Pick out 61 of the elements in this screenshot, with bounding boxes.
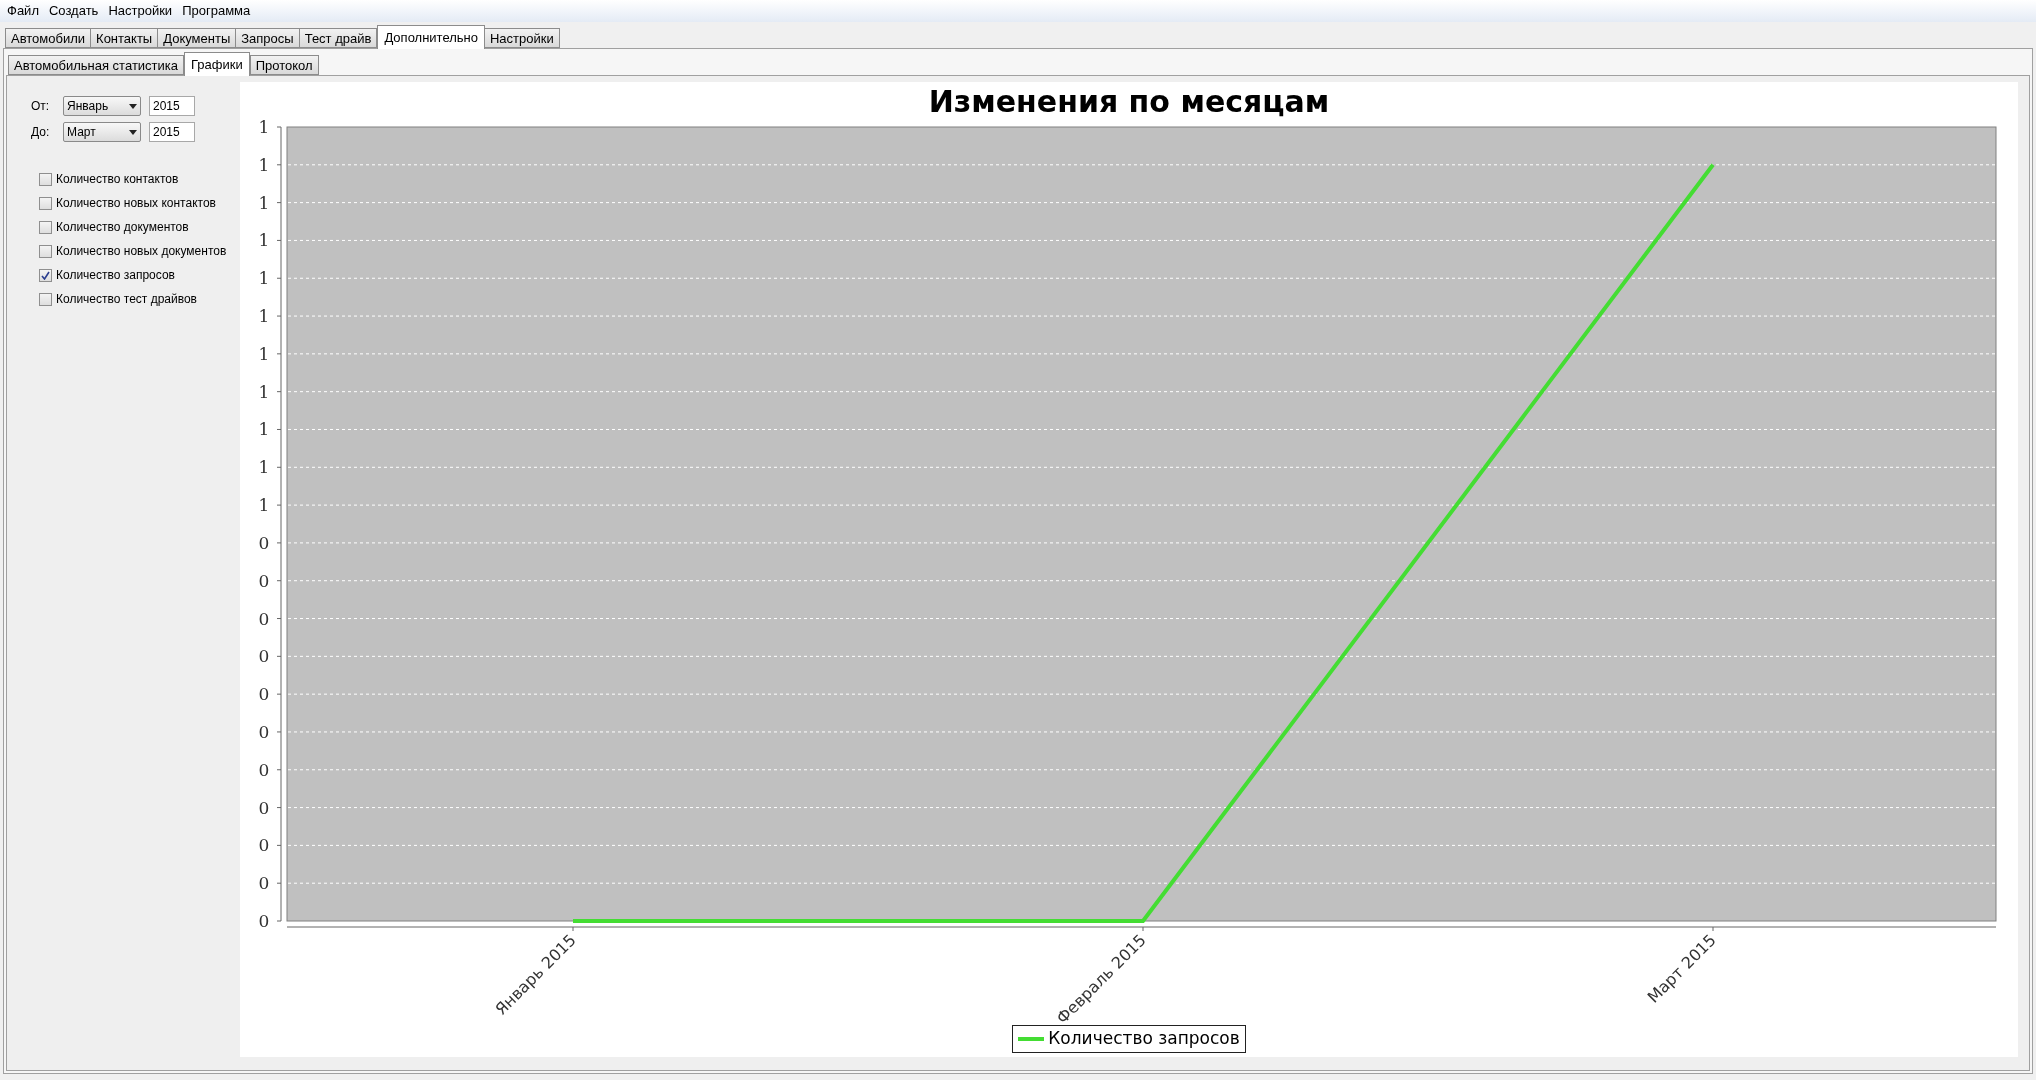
- menu-item[interactable]: Программа: [181, 1, 252, 21]
- axis-tick-label: 1: [258, 419, 270, 440]
- tab[interactable]: Автомобили: [5, 28, 92, 48]
- field-label: До:: [31, 124, 51, 141]
- checkbox-label: Количество новых контактов: [56, 195, 216, 212]
- checkbox-label: Количество запросов: [56, 267, 175, 284]
- axis-tick-label: 1: [258, 457, 270, 478]
- checkbox[interactable]: [39, 244, 52, 258]
- dropdown-value: Март: [67, 124, 96, 141]
- axis-tick-label: 1: [258, 117, 270, 137]
- axis-tick-label: 0: [258, 570, 270, 591]
- legend-swatch: [1018, 1037, 1045, 1041]
- tab[interactable]: Запросы: [235, 28, 300, 48]
- sub-tab[interactable]: Протокол: [249, 55, 319, 75]
- axis-tick-label: 1: [258, 306, 270, 327]
- checkbox-label: Количество контактов: [56, 171, 179, 188]
- axis-tick-label: 0: [258, 759, 270, 780]
- dropdown-value: Январь: [67, 98, 109, 115]
- axis-tick-label: 1: [258, 154, 270, 175]
- checkbox[interactable]: [39, 292, 52, 306]
- axis-tick-label: 0: [258, 873, 270, 894]
- month-dropdown[interactable]: Март: [63, 122, 141, 142]
- caret-icon: [129, 129, 137, 135]
- axis-tick-label: 1: [258, 230, 270, 251]
- caret-icon: [129, 103, 137, 109]
- tab[interactable]: Дополнительно: [377, 25, 485, 49]
- tab[interactable]: Документы: [157, 28, 237, 48]
- axis-tick-label: 0: [258, 911, 270, 931]
- axis-tick-label: 0: [258, 721, 270, 742]
- menu-item[interactable]: Создать: [47, 1, 100, 21]
- chart-title: Изменения по месяцам: [928, 84, 1330, 119]
- axis-tick-label: 0: [258, 646, 270, 667]
- checkbox-label: Количество документов: [56, 219, 189, 236]
- month-dropdown[interactable]: Январь: [63, 96, 141, 116]
- menu-item[interactable]: Настройки: [107, 1, 174, 21]
- checkbox-label: Количество тест драйвов: [56, 291, 197, 308]
- axis-tick-label: 0: [258, 532, 270, 553]
- axis-tick-label: 1: [258, 192, 270, 213]
- year-field[interactable]: 2015: [149, 122, 195, 142]
- tab[interactable]: Настройки: [484, 28, 560, 48]
- sub-tab[interactable]: Автомобильная статистика: [8, 55, 184, 75]
- checkbox-label: Количество новых документов: [56, 243, 227, 260]
- axis-tick-label: 0: [258, 797, 270, 818]
- axis-tick-label: 0: [258, 835, 270, 856]
- checkbox[interactable]: [39, 220, 52, 234]
- field-label: От:: [31, 98, 51, 115]
- axis-tick-label: 1: [258, 268, 270, 289]
- axis-tick-label: 1: [258, 495, 270, 516]
- axis-tick-label: 1: [258, 343, 270, 364]
- menu-item[interactable]: Файл: [6, 1, 40, 21]
- checkbox[interactable]: [39, 172, 52, 186]
- tab[interactable]: Тест драйв: [298, 28, 378, 48]
- tab[interactable]: Контакты: [90, 28, 159, 48]
- legend-label: Количество запросов: [1048, 1027, 1240, 1051]
- checkbox[interactable]: [39, 196, 52, 210]
- axis-tick-label: 1: [258, 381, 270, 402]
- sub-tab[interactable]: Графики: [184, 52, 250, 76]
- axis-tick-label: 0: [258, 684, 270, 705]
- checkbox[interactable]: [39, 268, 52, 282]
- year-field[interactable]: 2015: [149, 96, 195, 116]
- axis-tick-label: 0: [258, 608, 270, 629]
